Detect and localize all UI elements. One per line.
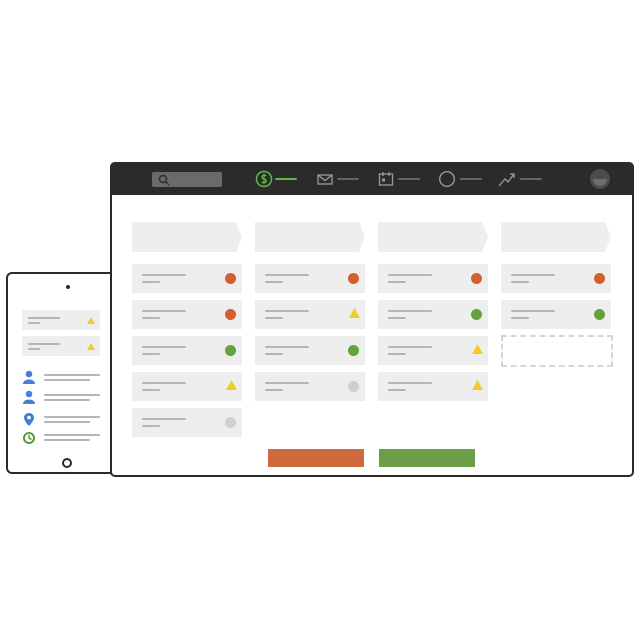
tablet-camera <box>66 285 70 289</box>
card-dropzone[interactable] <box>501 335 613 367</box>
tablet-card[interactable] <box>22 336 100 356</box>
status-red-icon <box>225 309 236 320</box>
app-window <box>110 162 634 477</box>
column-header <box>132 222 242 252</box>
warning-icon <box>472 380 483 390</box>
circle-icon <box>438 170 456 188</box>
list-item[interactable] <box>22 370 102 386</box>
mail-icon <box>317 174 333 185</box>
column-header <box>378 222 488 252</box>
status-green-icon <box>594 309 605 320</box>
nav-item-mail[interactable] <box>317 170 359 188</box>
status-gray-icon <box>225 417 236 428</box>
status-red-icon <box>471 273 482 284</box>
tablet-card[interactable] <box>22 310 100 330</box>
status-green-icon <box>348 345 359 356</box>
board-card[interactable] <box>132 336 242 365</box>
board-card[interactable] <box>378 300 488 329</box>
tablet-frame <box>6 272 122 474</box>
list-item[interactable] <box>22 430 102 446</box>
clock-icon <box>23 432 35 444</box>
column-header <box>501 222 611 252</box>
top-toolbar <box>110 162 634 195</box>
tablet-home-button[interactable] <box>62 458 72 468</box>
warning-icon <box>87 317 95 324</box>
list-item[interactable] <box>22 412 102 428</box>
calendar-icon <box>378 172 394 186</box>
warning-icon <box>87 343 95 350</box>
warning-icon <box>472 344 483 354</box>
board-card[interactable] <box>378 264 488 293</box>
status-green-icon <box>225 345 236 356</box>
board-card[interactable] <box>501 300 611 329</box>
nav-item-circle[interactable] <box>438 170 482 188</box>
status-red-icon <box>348 273 359 284</box>
list-item[interactable] <box>22 390 102 406</box>
board-card[interactable] <box>378 336 488 365</box>
avatar-icon[interactable] <box>590 169 610 189</box>
board-card[interactable] <box>255 264 365 293</box>
status-green-icon <box>471 309 482 320</box>
active-indicator <box>275 178 297 180</box>
board-card[interactable] <box>255 336 365 365</box>
warning-icon <box>349 308 360 318</box>
status-gray-icon <box>348 381 359 392</box>
approve-button[interactable] <box>379 449 475 467</box>
dollar-icon <box>255 170 273 188</box>
board-card[interactable] <box>132 264 242 293</box>
user-icon <box>23 370 35 384</box>
status-red-icon <box>225 273 236 284</box>
board-card[interactable] <box>132 408 242 437</box>
column-header <box>255 222 365 252</box>
location-pin-icon <box>24 413 34 426</box>
warning-icon <box>226 380 237 390</box>
nav-item-trend[interactable] <box>498 170 542 188</box>
user-icon <box>23 390 35 404</box>
nav-item-calendar[interactable] <box>378 170 420 188</box>
board-card[interactable] <box>255 300 365 329</box>
nav-item-dollar[interactable] <box>255 170 297 188</box>
status-red-icon <box>594 273 605 284</box>
board-card[interactable] <box>132 372 242 401</box>
search-icon <box>158 174 170 186</box>
board-card[interactable] <box>255 372 365 401</box>
reject-button[interactable] <box>268 449 364 467</box>
board-card[interactable] <box>501 264 611 293</box>
board-card[interactable] <box>132 300 242 329</box>
search-input[interactable] <box>152 172 222 187</box>
board-card[interactable] <box>378 372 488 401</box>
trend-icon <box>498 173 515 187</box>
